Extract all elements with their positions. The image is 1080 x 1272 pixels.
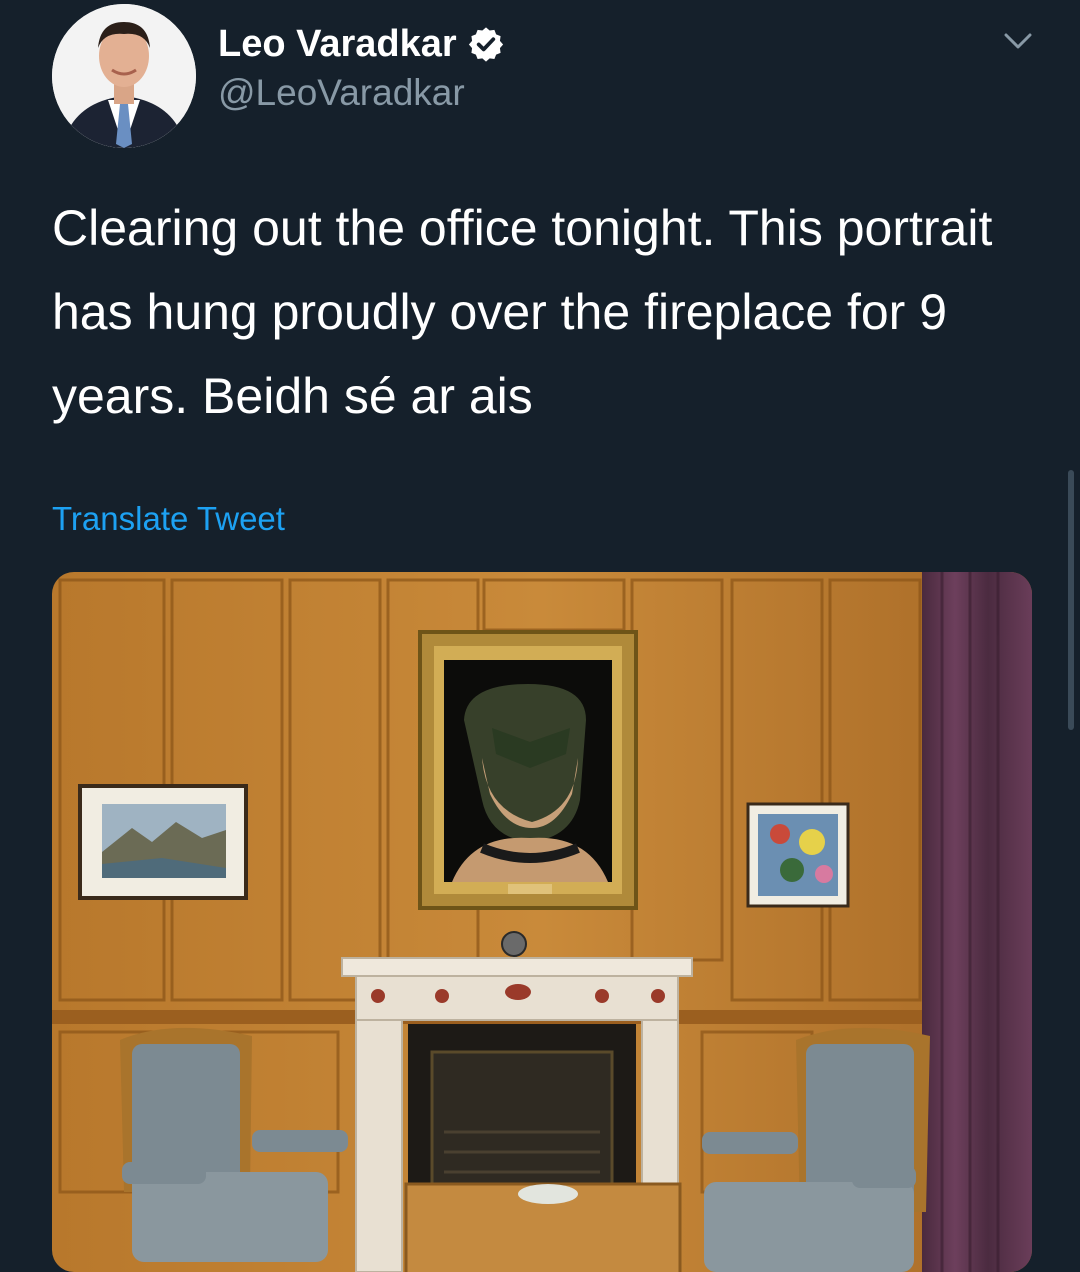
author-handle[interactable]: @LeoVaradkar	[218, 72, 465, 114]
tweet-text: Clearing out the office tonight. This po…	[52, 200, 993, 424]
avatar-image	[52, 4, 196, 148]
translate-tweet-link[interactable]: Translate Tweet	[52, 500, 285, 538]
verified-badge-icon	[467, 25, 505, 63]
display-name[interactable]: Leo Varadkar	[218, 23, 457, 66]
avatar[interactable]	[52, 4, 196, 148]
chevron-down-icon[interactable]	[998, 26, 1038, 56]
tweet-media-photo[interactable]	[52, 572, 1032, 1272]
office-photo	[52, 572, 1032, 1272]
author-name-row: Leo Varadkar	[218, 20, 505, 68]
scrollbar[interactable]	[1068, 470, 1074, 730]
tweet: Leo Varadkar @LeoVaradkar Clearing out t…	[0, 0, 1080, 1272]
